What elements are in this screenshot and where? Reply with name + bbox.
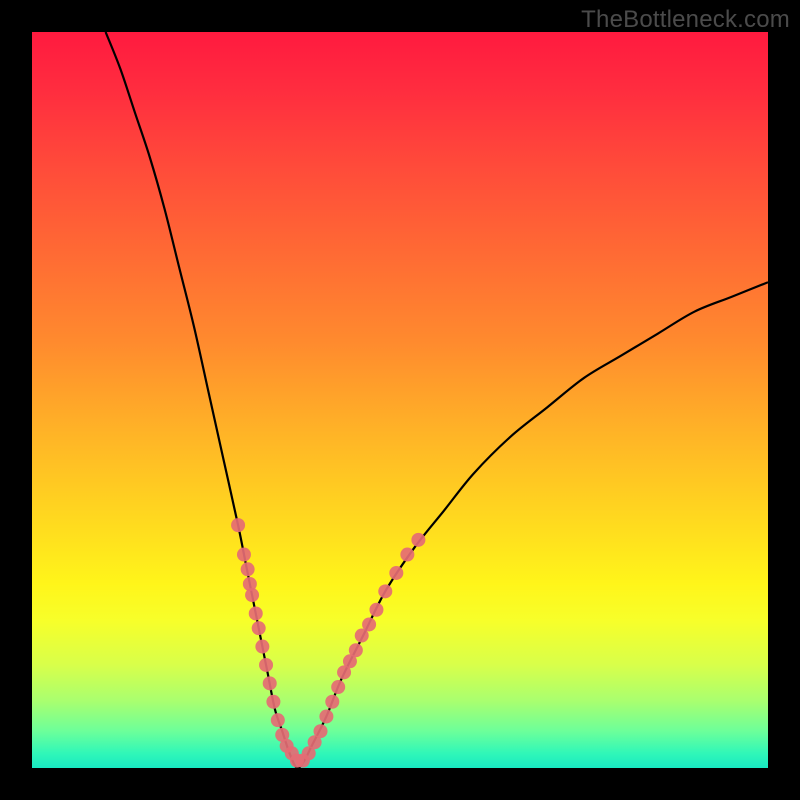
data-marker	[362, 617, 376, 631]
chart-svg	[32, 32, 768, 768]
data-marker	[331, 680, 345, 694]
data-marker	[369, 603, 383, 617]
data-marker	[255, 640, 269, 654]
data-marker	[252, 621, 266, 635]
data-marker	[400, 548, 414, 562]
data-marker	[411, 533, 425, 547]
data-marker	[266, 695, 280, 709]
curve-markers	[231, 518, 425, 768]
curve-line	[106, 32, 768, 768]
data-marker	[314, 724, 328, 738]
data-marker	[319, 709, 333, 723]
chart-frame: TheBottleneck.com	[0, 0, 800, 800]
data-marker	[259, 658, 273, 672]
data-marker	[325, 695, 339, 709]
plot-area	[32, 32, 768, 768]
data-marker	[389, 566, 403, 580]
data-marker	[263, 676, 277, 690]
data-marker	[237, 548, 251, 562]
data-marker	[271, 713, 285, 727]
data-marker	[231, 518, 245, 532]
bottleneck-curve-path	[106, 32, 768, 768]
data-marker	[349, 643, 363, 657]
data-marker	[249, 606, 263, 620]
watermark-text: TheBottleneck.com	[581, 6, 790, 34]
data-marker	[241, 562, 255, 576]
data-marker	[378, 584, 392, 598]
data-marker	[245, 588, 259, 602]
